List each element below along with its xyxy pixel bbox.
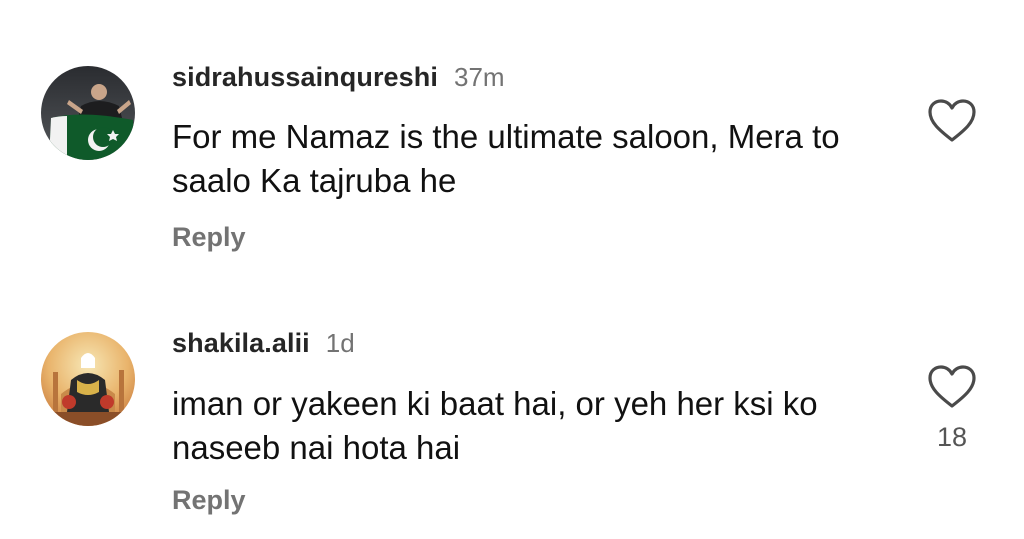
comment-header: sidrahussainqureshi 37m — [172, 62, 505, 93]
flag-holder-avatar-icon — [41, 66, 135, 160]
heart-icon — [928, 365, 976, 408]
heart-icon — [928, 99, 976, 142]
comment-item: shakila.alii 1d iman or yakeen ki baat h… — [0, 280, 1024, 539]
comment-text: iman or yakeen ki baat hai, or yeh her k… — [172, 385, 818, 466]
user-avatar[interactable] — [41, 66, 135, 160]
reply-button[interactable]: Reply — [172, 222, 246, 253]
like-count[interactable]: 18 — [927, 422, 977, 453]
like-button[interactable] — [927, 98, 977, 144]
comment-header: shakila.alii 1d — [172, 328, 355, 359]
comment-text: For me Namaz is the ultimate saloon, Mer… — [172, 118, 840, 199]
illustrated-figure-avatar-icon — [41, 332, 135, 426]
comment-timestamp: 37m — [453, 62, 505, 92]
username-link[interactable]: shakila.alii — [172, 328, 310, 359]
username-link[interactable]: sidrahussainqureshi — [172, 62, 438, 93]
reply-button[interactable]: Reply — [172, 485, 246, 516]
like-button[interactable] — [927, 364, 977, 410]
comments-list: sidrahussainqureshi 37m For me Namaz is … — [0, 0, 1024, 539]
comment-item: sidrahussainqureshi 37m For me Namaz is … — [0, 0, 1024, 280]
user-avatar[interactable] — [41, 332, 135, 426]
comment-timestamp: 1d — [325, 328, 355, 358]
